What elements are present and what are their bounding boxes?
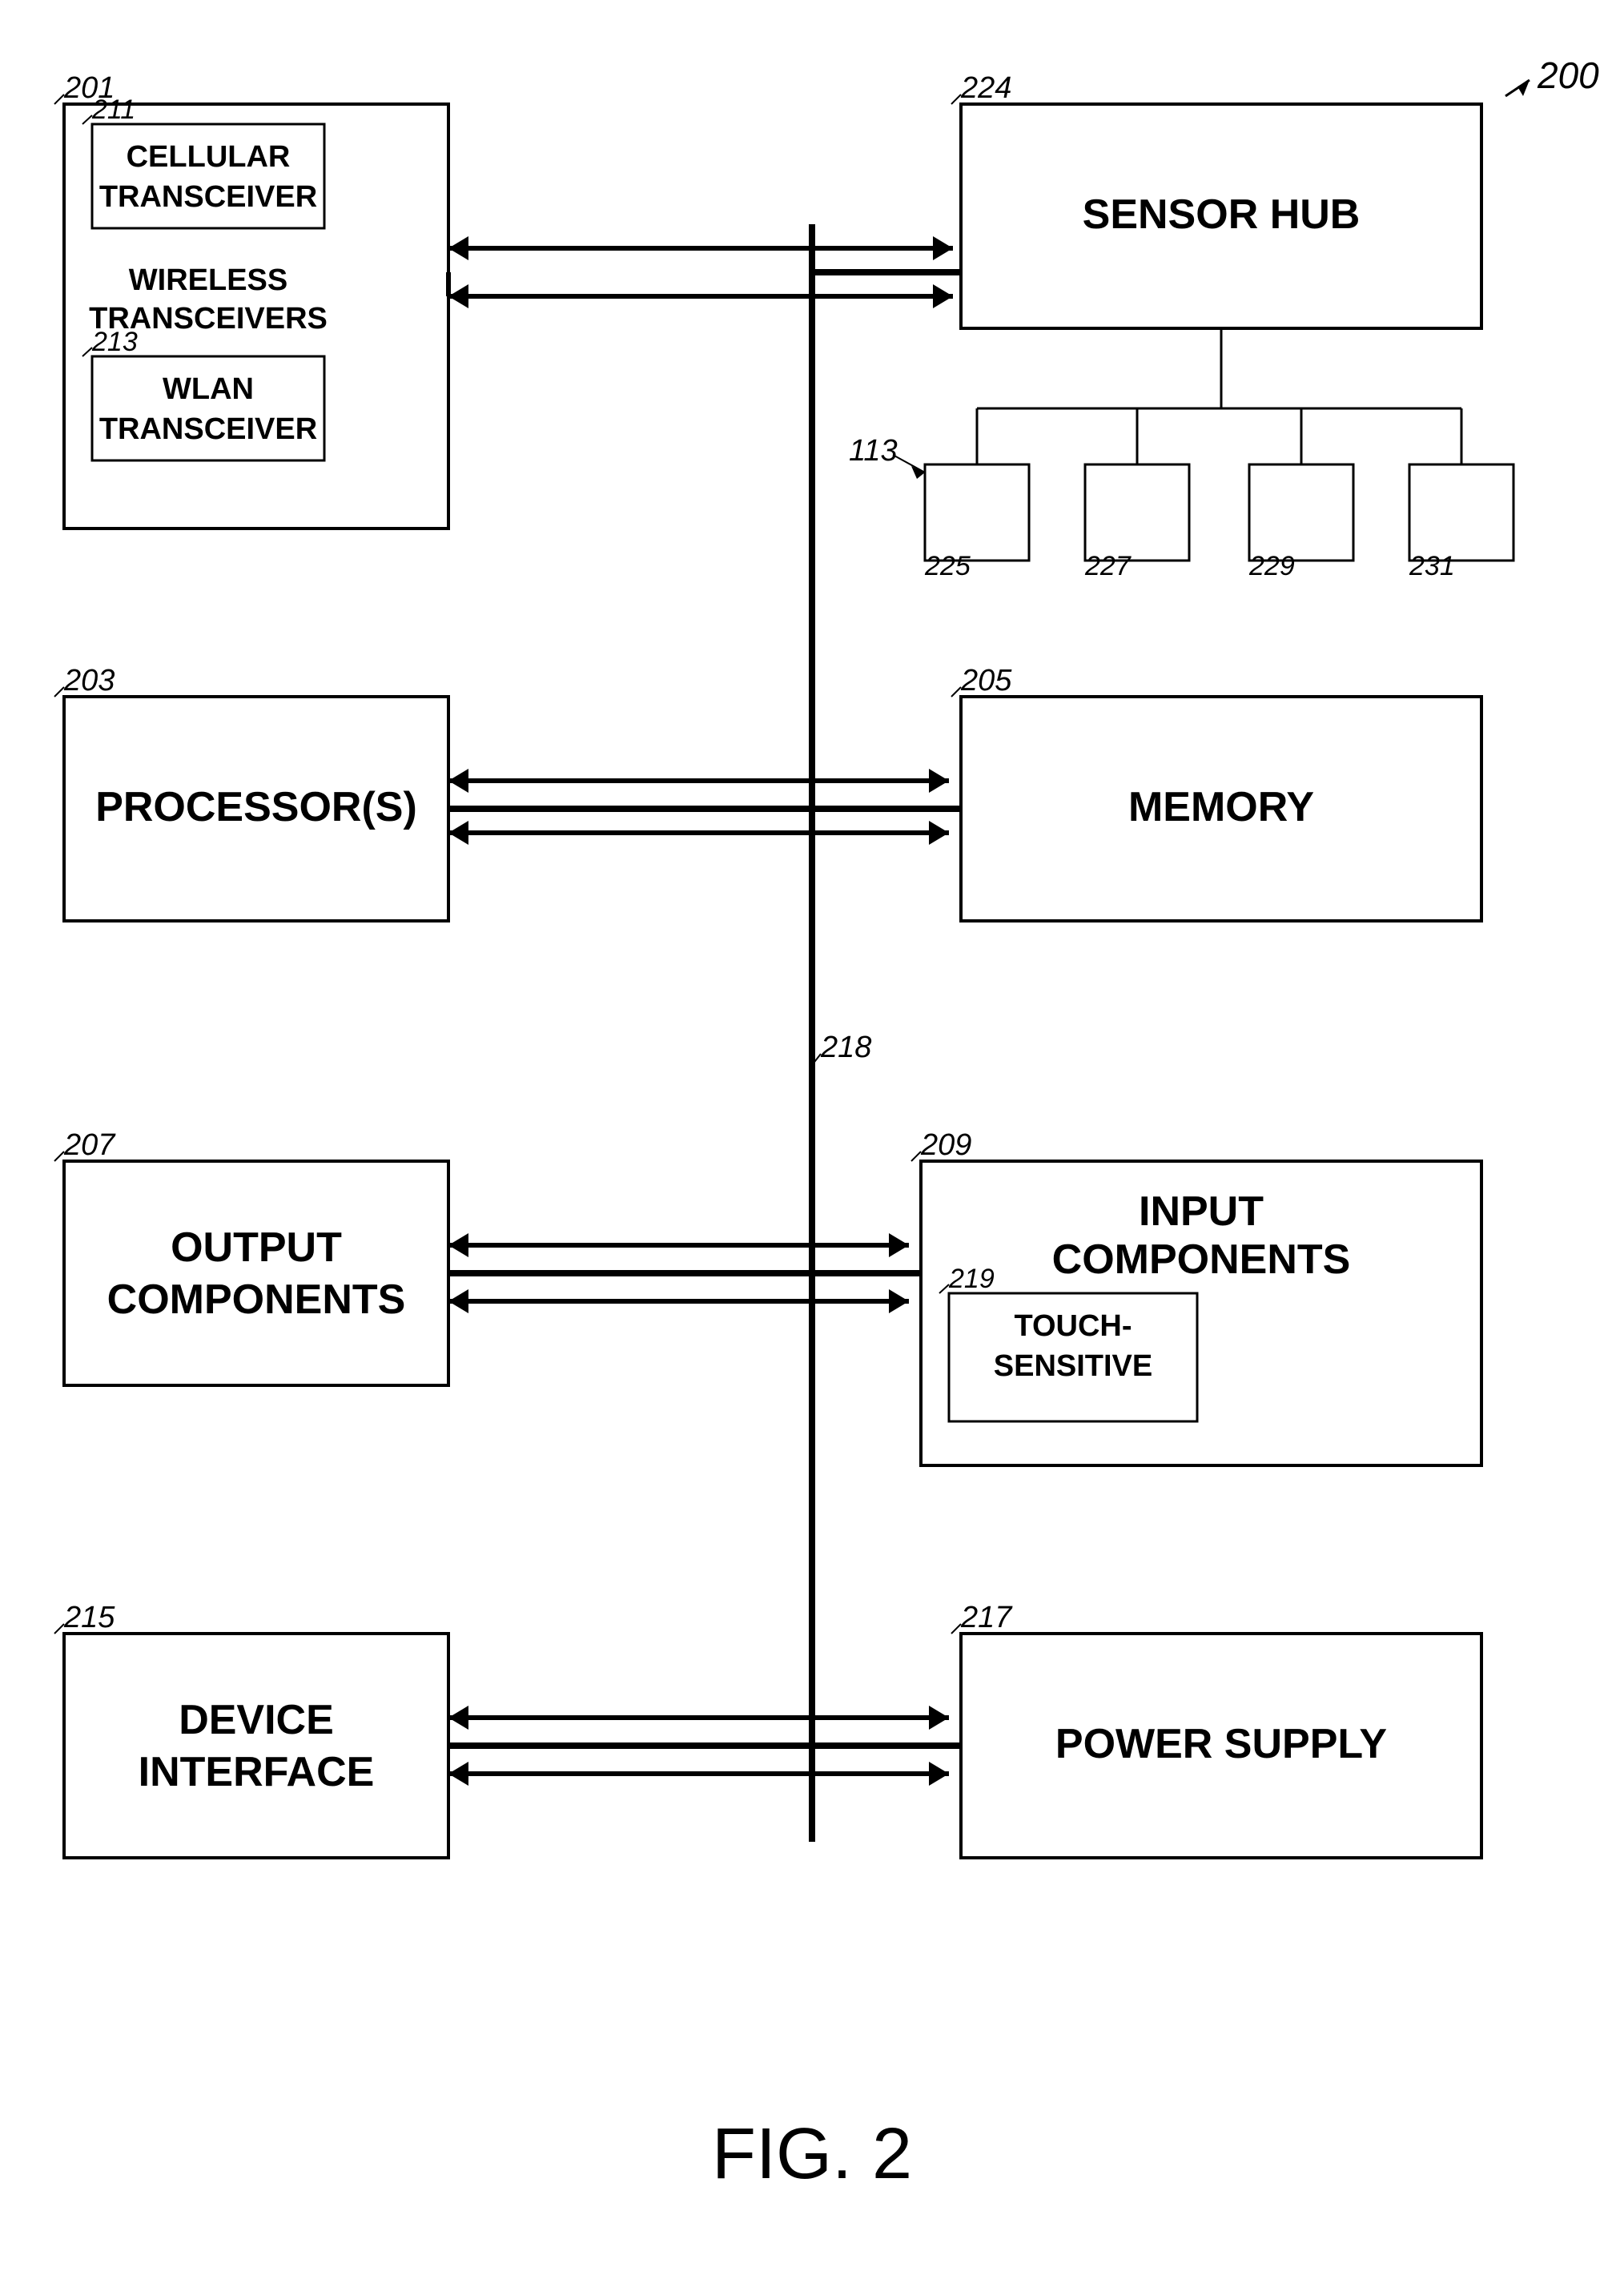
svg-text:218: 218 bbox=[820, 1031, 871, 1064]
svg-text:SENSOR HUB: SENSOR HUB bbox=[1083, 191, 1361, 238]
svg-text:213: 213 bbox=[91, 327, 138, 357]
svg-text:219: 219 bbox=[948, 1264, 995, 1294]
svg-text:TOUCH-: TOUCH- bbox=[1014, 1309, 1132, 1343]
diagram-container: 200 201 211 CELLULAR TRANSCEIVER WIRELES… bbox=[0, 0, 1624, 2267]
svg-text:POWER SUPPLY: POWER SUPPLY bbox=[1055, 1721, 1387, 1767]
svg-text:INPUT: INPUT bbox=[1139, 1188, 1264, 1235]
svg-text:113: 113 bbox=[849, 434, 898, 468]
svg-text:217: 217 bbox=[960, 1601, 1013, 1634]
svg-text:COMPONENTS: COMPONENTS bbox=[1052, 1236, 1351, 1283]
svg-text:TRANSCEIVER: TRANSCEIVER bbox=[99, 412, 317, 446]
svg-text:COMPONENTS: COMPONENTS bbox=[107, 1276, 406, 1323]
svg-text:203: 203 bbox=[63, 664, 115, 697]
svg-text:DEVICE: DEVICE bbox=[179, 1697, 334, 1743]
svg-text:MEMORY: MEMORY bbox=[1128, 784, 1314, 830]
svg-text:PROCESSOR(S): PROCESSOR(S) bbox=[95, 784, 417, 830]
svg-text:TRANSCEIVER: TRANSCEIVER bbox=[99, 180, 317, 214]
figure-label: FIG. 2 bbox=[712, 2114, 912, 2194]
svg-text:224: 224 bbox=[960, 71, 1011, 105]
svg-text:231: 231 bbox=[1409, 551, 1455, 581]
svg-text:229: 229 bbox=[1248, 551, 1295, 581]
svg-text:INTERFACE: INTERFACE bbox=[139, 1749, 375, 1795]
svg-text:209: 209 bbox=[920, 1128, 971, 1162]
svg-text:WIRELESS: WIRELESS bbox=[129, 263, 287, 297]
svg-text:207: 207 bbox=[63, 1128, 116, 1162]
svg-text:225: 225 bbox=[924, 551, 971, 581]
svg-text:205: 205 bbox=[960, 664, 1012, 697]
svg-text:211: 211 bbox=[91, 94, 135, 125]
svg-text:CELLULAR: CELLULAR bbox=[127, 140, 291, 174]
figure-number: 200 bbox=[1537, 54, 1599, 96]
svg-text:227: 227 bbox=[1084, 551, 1132, 581]
svg-text:OUTPUT: OUTPUT bbox=[171, 1224, 342, 1271]
svg-text:215: 215 bbox=[63, 1601, 115, 1634]
svg-text:SENSITIVE: SENSITIVE bbox=[994, 1349, 1153, 1383]
svg-text:WLAN: WLAN bbox=[163, 372, 254, 406]
